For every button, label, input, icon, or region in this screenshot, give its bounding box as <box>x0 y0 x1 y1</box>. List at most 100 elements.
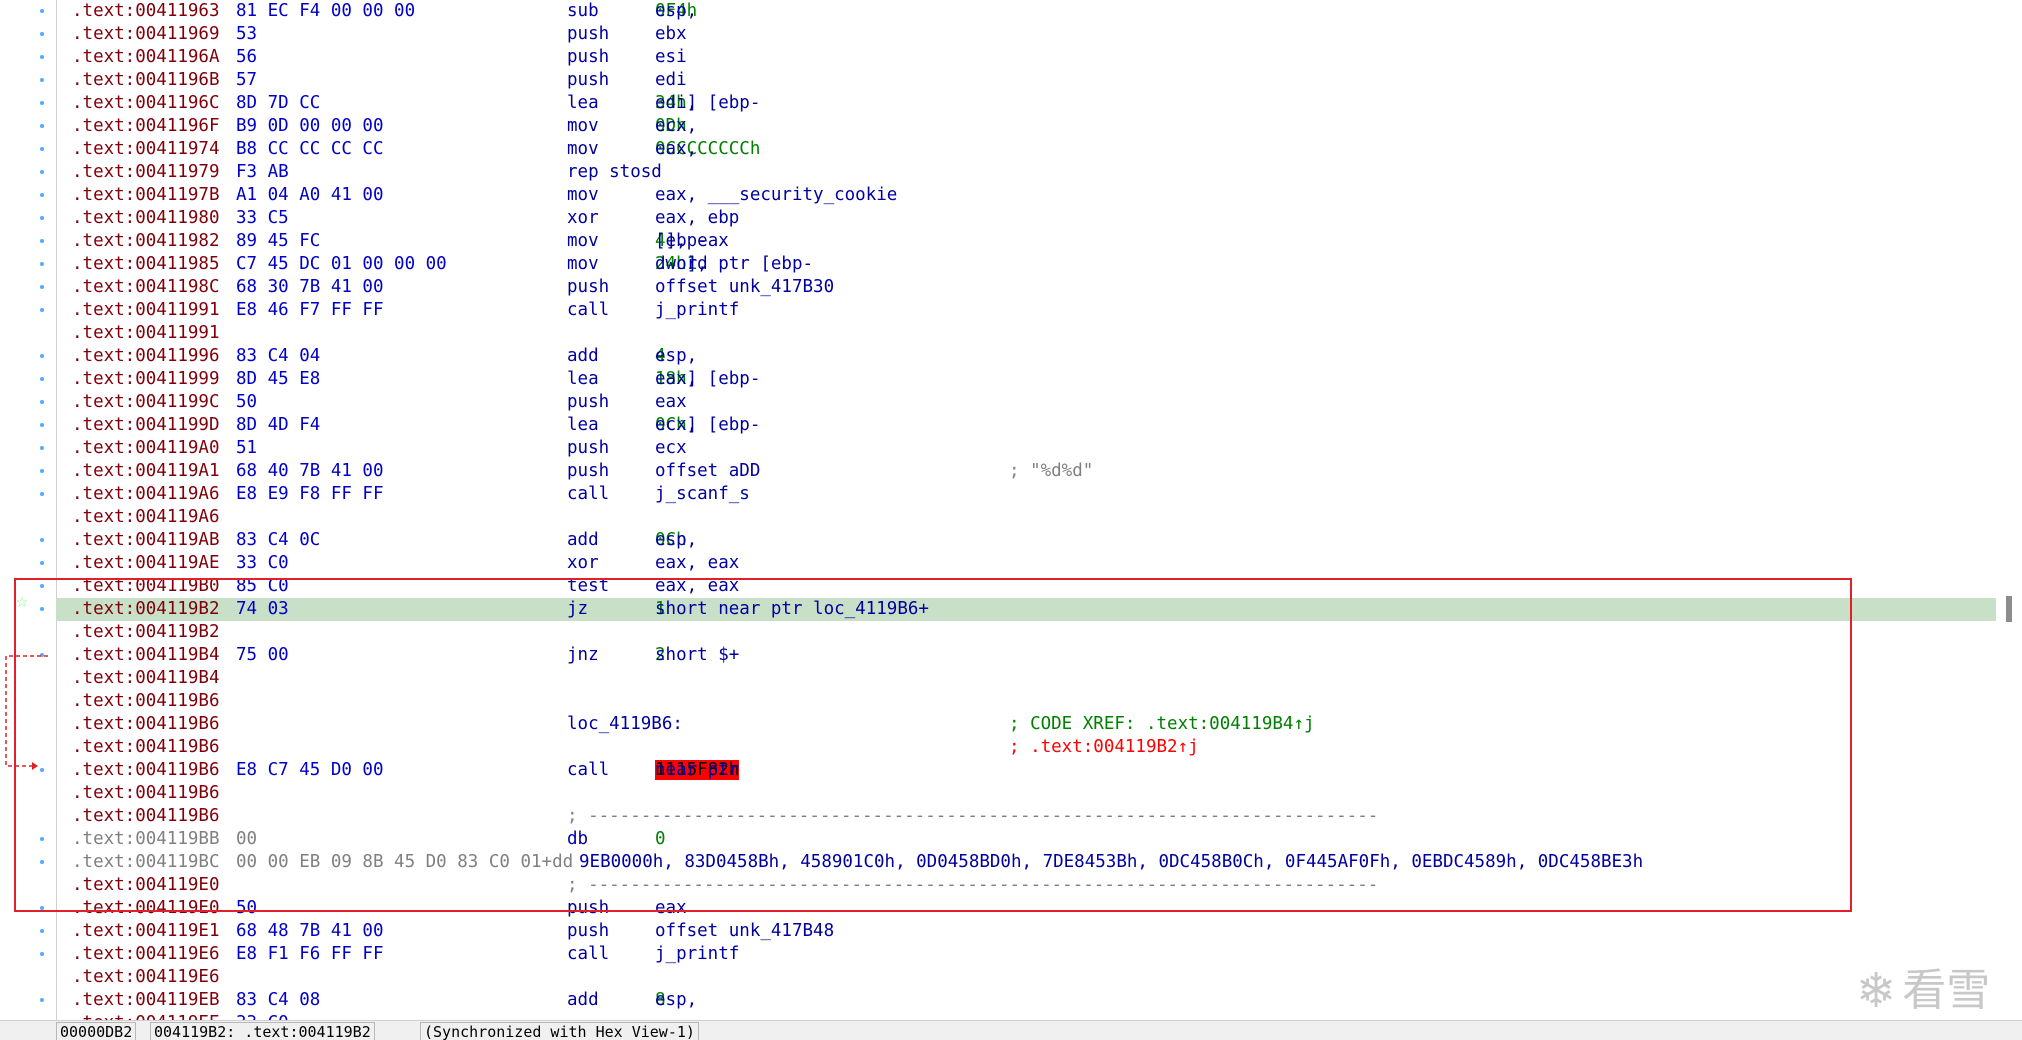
breakpoint-dot[interactable] <box>40 538 44 542</box>
listing-line[interactable]: .text:00411999 8D 45 E8 lea eax, [ebp- 18h] <box>56 368 1996 391</box>
line-address[interactable]: .text:00411974 <box>72 138 220 161</box>
line-operands[interactable]: eax, 0CCCCCCCCh <box>655 138 760 161</box>
line-mnemonic[interactable]: xor <box>567 552 599 575</box>
line-address[interactable]: .text:00411991 <box>72 322 220 345</box>
line-mnemonic[interactable]: mov <box>567 138 599 161</box>
listing-line[interactable]: .text:004119A6 <box>56 506 1996 529</box>
line-address[interactable]: .text:00411982 <box>72 230 220 253</box>
listing-line[interactable]: .text:004119EB 83 C4 08 add esp, 8 <box>56 989 1996 1012</box>
breakpoint-dot[interactable] <box>40 216 44 220</box>
line-mnemonic[interactable]: mov <box>567 184 599 207</box>
breakpoint-dot[interactable] <box>40 101 44 105</box>
line-mnemonic[interactable]: push <box>567 391 609 414</box>
line-address[interactable]: .text:00411979 <box>72 161 220 184</box>
line-mnemonic[interactable]: call <box>567 943 609 966</box>
listing-line[interactable]: .text:004119AB 83 C4 0C add esp, 0Ch <box>56 529 1996 552</box>
line-address[interactable]: .text:004119A6 <box>72 483 220 506</box>
line-address[interactable]: .text:004119EB <box>72 989 220 1012</box>
breakpoint-dot[interactable] <box>40 239 44 243</box>
line-mnemonic[interactable]: add <box>567 529 599 552</box>
line-mnemonic[interactable]: sub <box>567 0 599 23</box>
listing-line[interactable]: .text:0041199D 8D 4D F4 lea ecx, [ebp- 0Ch] <box>56 414 1996 437</box>
line-operands[interactable]: [ebp- 4], eax <box>655 230 729 253</box>
line-mnemonic[interactable]: lea <box>567 92 599 115</box>
line-address[interactable]: .text:0041199D <box>72 414 220 437</box>
listing-line[interactable]: .text:00411979 F3 AB rep stosd <box>56 161 1996 184</box>
line-address[interactable]: .text:00411980 <box>72 207 220 230</box>
breakpoint-dot[interactable] <box>40 170 44 174</box>
line-operands[interactable]: esp, 0Ch <box>655 529 697 552</box>
listing-line[interactable]: .text:00411969 53 push ebx <box>56 23 1996 46</box>
line-operands[interactable]: eax, [ebp- 18h] <box>655 368 760 391</box>
line-address[interactable]: .text:00411996 <box>72 345 220 368</box>
line-operands[interactable]: esp, 8 <box>655 989 697 1012</box>
line-address[interactable]: .text:00411963 <box>72 0 220 23</box>
line-mnemonic[interactable]: push <box>567 46 609 69</box>
line-operands[interactable]: dword ptr [ebp- 24h], 1 <box>655 253 813 276</box>
listing-line[interactable]: .text:004119E1 68 48 7B 41 00 push offset u… <box>56 920 1996 943</box>
breakpoint-dot[interactable] <box>40 469 44 473</box>
breakpoint-dot[interactable] <box>40 423 44 427</box>
line-mnemonic[interactable]: push <box>567 23 609 46</box>
breakpoint-dot[interactable] <box>40 147 44 151</box>
line-mnemonic[interactable]: mov <box>567 253 599 276</box>
breakpoint-dot[interactable] <box>40 124 44 128</box>
listing-line[interactable]: .text:004119E6 <box>56 966 1996 989</box>
breakpoint-dot[interactable] <box>40 9 44 13</box>
line-address[interactable]: .text:0041198C <box>72 276 220 299</box>
line-mnemonic[interactable]: xor <box>567 207 599 230</box>
line-address[interactable]: .text:00411999 <box>72 368 220 391</box>
line-address[interactable]: .text:004119A6 <box>72 506 220 529</box>
listing-line[interactable]: .text:004119A0 51 push ecx <box>56 437 1996 460</box>
listing-line[interactable]: .text:004119A6 E8 E9 F8 FF FF call j_scanf_… <box>56 483 1996 506</box>
listing-line[interactable]: .text:00411985 C7 45 DC 01 00 00 00 mov dwo… <box>56 253 1996 276</box>
line-mnemonic[interactable]: mov <box>567 230 599 253</box>
breakpoint-dot[interactable] <box>40 377 44 381</box>
line-mnemonic[interactable]: call <box>567 483 609 506</box>
line-mnemonic[interactable]: lea <box>567 414 599 437</box>
listing-line[interactable]: .text:0041196C 8D 7D CC lea edi, [ebp- 34h] <box>56 92 1996 115</box>
line-operands[interactable]: edi, [ebp- 34h] <box>655 92 760 115</box>
listing-line[interactable]: .text:00411982 89 45 FC mov [ebp- 4], eax <box>56 230 1996 253</box>
breakpoint-dot[interactable] <box>40 308 44 312</box>
listing-line[interactable]: .text:00411996 83 C4 04 add esp, 4 <box>56 345 1996 368</box>
line-address[interactable]: .text:0041199C <box>72 391 220 414</box>
line-address[interactable]: .text:004119AE <box>72 552 220 575</box>
breakpoint-dot[interactable] <box>40 561 44 565</box>
breakpoint-dot[interactable] <box>40 78 44 82</box>
line-address[interactable]: .text:00411985 <box>72 253 220 276</box>
line-address[interactable]: .text:004119A0 <box>72 437 220 460</box>
disassembly-view[interactable]: ☆ .text:00411963 81 EC F4 00 00 00 sub esp,… <box>0 0 2022 1040</box>
breakpoint-dot[interactable] <box>40 446 44 450</box>
line-mnemonic[interactable]: mov <box>567 115 599 138</box>
line-mnemonic[interactable]: push <box>567 437 609 460</box>
line-address[interactable]: .text:004119A1 <box>72 460 220 483</box>
breakpoint-dot[interactable] <box>40 929 44 933</box>
listing-line[interactable]: .text:004119E6 E8 F1 F6 FF FF call j_printf <box>56 943 1996 966</box>
line-mnemonic[interactable]: rep stosd <box>567 161 662 184</box>
line-address[interactable]: .text:0041196C <box>72 92 220 115</box>
breakpoint-dot[interactable] <box>40 354 44 358</box>
line-mnemonic[interactable]: lea <box>567 368 599 391</box>
listing-line[interactable]: .text:0041196F B9 0D 00 00 00 mov ecx, 0Dh <box>56 115 1996 138</box>
line-address[interactable]: .text:0041197B <box>72 184 220 207</box>
line-address[interactable]: .text:0041196F <box>72 115 220 138</box>
breakpoint-dot[interactable] <box>40 285 44 289</box>
line-address[interactable]: .text:0041196A <box>72 46 220 69</box>
breakpoint-dot[interactable] <box>40 32 44 36</box>
listing-line[interactable]: .text:0041199C 50 push eax <box>56 391 1996 414</box>
listing-line[interactable]: .text:0041196B 57 push edi <box>56 69 1996 92</box>
breakpoint-dot[interactable] <box>40 400 44 404</box>
breakpoint-dot[interactable] <box>40 952 44 956</box>
line-operands[interactable]: esp, 0F4h <box>655 0 697 23</box>
line-mnemonic[interactable]: push <box>567 276 609 299</box>
listing-line[interactable]: .text:004119A1 68 40 7B 41 00 push offset a… <box>56 460 1996 483</box>
scrollbar-thumb[interactable] <box>2006 596 2012 622</box>
line-address[interactable]: .text:00411991 <box>72 299 220 322</box>
listing-line[interactable]: .text:00411991 <box>56 322 1996 345</box>
line-operands[interactable]: ecx, [ebp- 0Ch] <box>655 414 760 437</box>
breakpoint-dot[interactable] <box>40 262 44 266</box>
line-address[interactable]: .text:004119E1 <box>72 920 220 943</box>
listing-line[interactable]: .text:0041197B A1 04 A0 41 00 mov eax, ___s… <box>56 184 1996 207</box>
listing-line[interactable]: .text:00411974 B8 CC CC CC CC mov eax, 0CCC… <box>56 138 1996 161</box>
